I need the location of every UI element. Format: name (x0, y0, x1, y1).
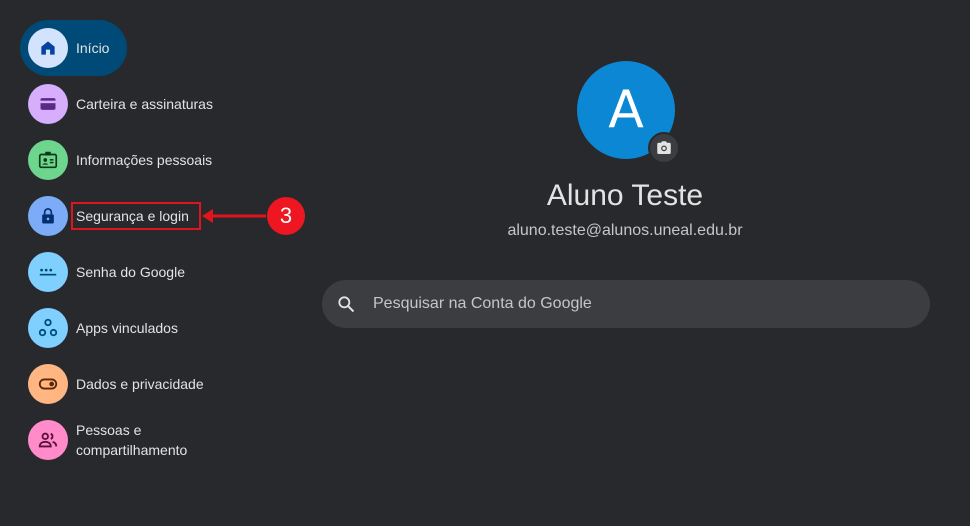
change-photo-button[interactable] (648, 132, 680, 164)
sidebar-item-apps[interactable]: Apps vinculados (20, 300, 178, 356)
sidebar-item-senha[interactable]: Senha do Google (20, 244, 185, 300)
sidebar-item-inicio[interactable]: Início (20, 20, 127, 76)
camera-icon (657, 141, 671, 154)
id-card-icon (28, 140, 68, 180)
user-email: aluno.teste@alunos.uneal.edu.br (507, 222, 743, 239)
password-icon (28, 252, 68, 292)
sidebar-item-label: Carteira e assinaturas (76, 96, 213, 112)
people-icon (28, 420, 68, 460)
search-input[interactable] (371, 294, 895, 314)
highlight-box (71, 202, 201, 230)
user-name: Aluno Teste (546, 179, 704, 212)
sidebar-item-label: Senha do Google (76, 264, 185, 280)
lock-icon (28, 196, 68, 236)
sidebar-item-label: Apps vinculados (76, 320, 178, 336)
toggle-icon (28, 364, 68, 404)
wallet-icon (28, 84, 68, 124)
sidebar-item-label: Informações pessoais (76, 152, 213, 168)
sidebar-item-label: Pessoas e compartilhamento (76, 422, 188, 458)
sidebar-nav: Início Carteira e assinaturas Informaçõe… (0, 0, 320, 526)
sidebar-item-dados[interactable]: Dados e privacidade (20, 356, 204, 412)
arrow-icon (202, 209, 266, 223)
search-bar[interactable] (322, 280, 930, 328)
step-badge: 3 (267, 197, 305, 235)
sidebar-item-pessoas[interactable]: Pessoas e compartilhamento (20, 412, 236, 468)
search-icon[interactable] (336, 294, 356, 314)
sidebar-item-label: Início (76, 40, 110, 56)
connected-apps-icon (28, 308, 68, 348)
home-icon (28, 28, 68, 68)
sidebar-item-label: Dados e privacidade (76, 376, 204, 392)
sidebar-item-carteira[interactable]: Carteira e assinaturas (20, 76, 213, 132)
sidebar-item-informacoes[interactable]: Informações pessoais (20, 132, 212, 188)
